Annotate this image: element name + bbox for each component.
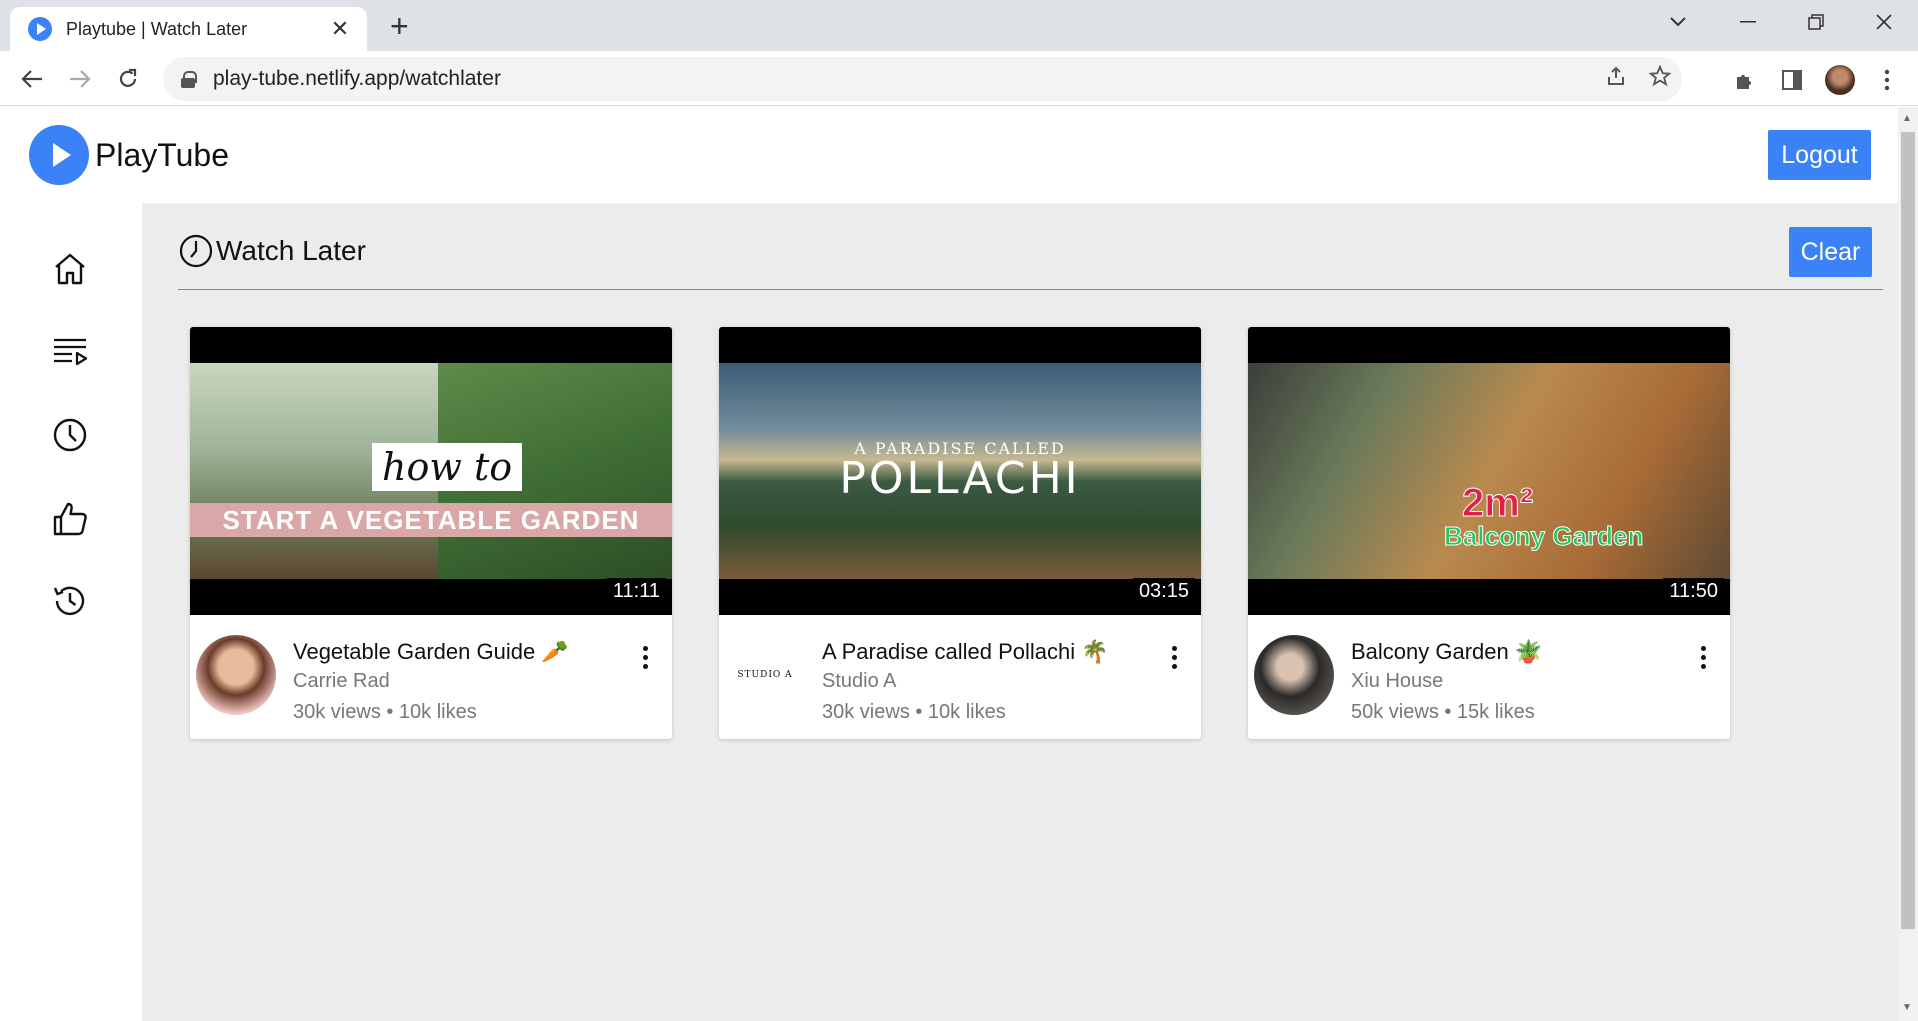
brand-logo[interactable]: PlayTube — [29, 125, 229, 185]
restore-icon[interactable] — [1788, 4, 1844, 40]
clear-button[interactable]: Clear — [1789, 227, 1872, 277]
sidebar-item-liked[interactable] — [49, 498, 91, 540]
history-icon — [53, 586, 85, 616]
video-card[interactable]: 2m² Balcony Garden 11:50 Balcony Garden … — [1248, 327, 1730, 739]
video-title[interactable]: Vegetable Garden Guide 🥕 — [293, 639, 569, 665]
extensions-puzzle-icon[interactable] — [1728, 63, 1762, 97]
sidebar-item-history[interactable] — [49, 580, 91, 622]
video-title[interactable]: Balcony Garden 🪴 — [1351, 639, 1542, 665]
browser-toolbar: play-tube.netlify.app/watchlater — [0, 51, 1918, 106]
duration-badge: 03:15 — [1132, 578, 1195, 605]
thumbs-up-icon — [53, 502, 87, 536]
sidebar-item-playlists[interactable] — [49, 330, 91, 372]
page-scrollbar[interactable]: ▲ ▼ — [1898, 107, 1918, 1021]
new-tab-button[interactable]: + — [390, 8, 409, 45]
video-thumbnail[interactable]: how to START A VEGETABLE GARDEN 11:11 — [190, 327, 672, 615]
page-title: Watch Later — [216, 235, 366, 266]
side-panel-icon[interactable] — [1775, 63, 1809, 97]
clock-icon — [179, 234, 213, 268]
sidebar-item-home[interactable] — [49, 248, 91, 290]
forward-arrow-icon[interactable] — [62, 61, 98, 97]
video-thumbnail[interactable]: 2m² Balcony Garden 11:50 — [1248, 327, 1730, 615]
address-bar[interactable]: play-tube.netlify.app/watchlater — [163, 57, 1682, 101]
clock-icon — [53, 418, 87, 452]
channel-avatar[interactable]: STUDIO A — [725, 635, 805, 715]
thumbnail-text: POLLACHI — [839, 453, 1081, 504]
reload-icon[interactable] — [110, 61, 146, 97]
profile-avatar[interactable] — [1825, 65, 1855, 95]
playtube-favicon-icon — [28, 17, 52, 41]
play-logo-icon — [29, 125, 89, 185]
thumbnail-text: Balcony Garden — [1443, 521, 1644, 551]
scrollbar-thumb[interactable] — [1901, 132, 1915, 929]
tab-search-chevron-icon[interactable] — [1650, 4, 1706, 40]
logout-button[interactable]: Logout — [1768, 130, 1871, 180]
tab-close-icon[interactable]: ✕ — [327, 16, 353, 42]
scroll-down-icon[interactable]: ▼ — [1902, 1002, 1912, 1013]
video-card[interactable]: A PARADISE CALLED POLLACHI 03:15 STUDIO … — [719, 327, 1201, 739]
browser-tabstrip: Playtube | Watch Later ✕ + — [0, 0, 1918, 51]
more-options-icon[interactable] — [1688, 639, 1718, 675]
video-stats: 50k views • 15k likes — [1351, 701, 1535, 723]
more-options-icon[interactable] — [1159, 639, 1189, 675]
app-header: PlayTube Logout — [0, 107, 1898, 203]
bookmark-star-icon[interactable] — [1638, 64, 1682, 93]
thumbnail-text: START A VEGETABLE GARDEN — [190, 503, 672, 537]
tab-title: Playtube | Watch Later — [66, 18, 248, 39]
close-window-icon[interactable] — [1856, 4, 1912, 40]
lock-icon — [181, 71, 197, 88]
share-icon[interactable] — [1594, 65, 1638, 93]
video-card[interactable]: how to START A VEGETABLE GARDEN 11:11 Ve… — [190, 327, 672, 739]
main-content: Watch Later Clear how to START A VEGETAB… — [142, 203, 1898, 1021]
url-text[interactable]: play-tube.netlify.app/watchlater — [213, 67, 1594, 91]
browser-tab[interactable]: Playtube | Watch Later ✕ — [10, 7, 367, 51]
page-heading: Watch Later — [178, 233, 366, 269]
video-title[interactable]: A Paradise called Pollachi 🌴 — [822, 639, 1109, 665]
sidebar-item-watch-later[interactable] — [49, 414, 91, 456]
video-thumbnail[interactable]: A PARADISE CALLED POLLACHI 03:15 — [719, 327, 1201, 615]
video-stats: 30k views • 10k likes — [822, 701, 1006, 723]
browser-menu-icon[interactable] — [1870, 63, 1904, 97]
channel-name[interactable]: Xiu House — [1351, 670, 1443, 693]
channel-avatar[interactable] — [196, 635, 276, 715]
channel-name[interactable]: Studio A — [822, 670, 897, 693]
scroll-up-icon[interactable]: ▲ — [1902, 113, 1912, 124]
sidebar — [0, 203, 142, 1021]
duration-badge: 11:50 — [1663, 578, 1724, 605]
playlist-icon — [54, 338, 88, 366]
thumbnail-text: 2m² — [1461, 481, 1534, 526]
heading-divider — [178, 289, 1883, 290]
brand-name: PlayTube — [95, 136, 229, 173]
minimize-icon[interactable] — [1720, 4, 1776, 40]
more-options-icon[interactable] — [630, 639, 660, 675]
avatar-text: STUDIO A — [737, 670, 793, 680]
video-stats: 30k views • 10k likes — [293, 701, 477, 723]
duration-badge: 11:11 — [606, 578, 666, 605]
channel-name[interactable]: Carrie Rad — [293, 670, 390, 693]
home-icon — [55, 253, 85, 285]
thumbnail-text: how to — [372, 443, 523, 491]
channel-avatar[interactable] — [1254, 635, 1334, 715]
back-arrow-icon[interactable] — [14, 61, 50, 97]
